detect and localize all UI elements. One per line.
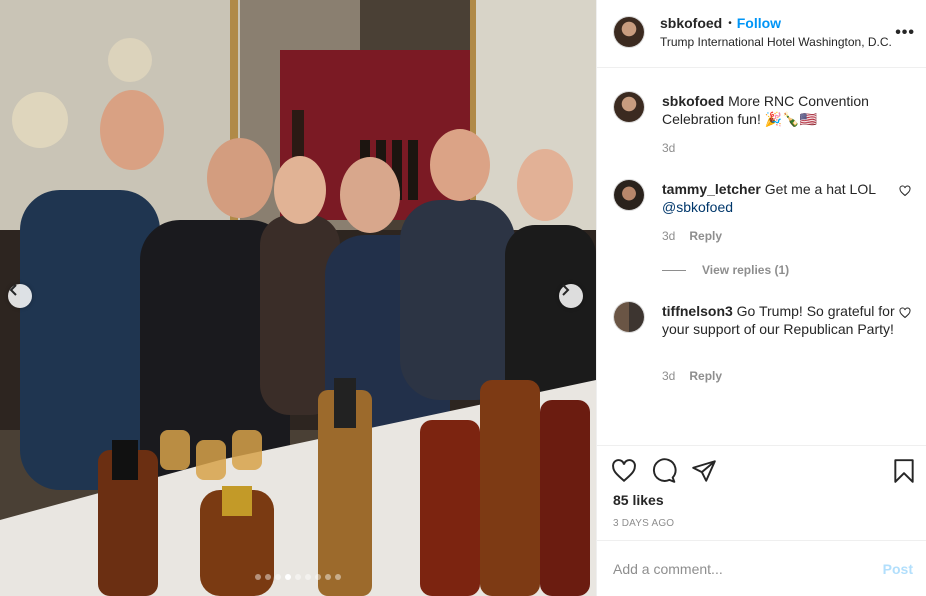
like-comment-heart-icon[interactable] xyxy=(899,185,911,197)
view-replies-button[interactable]: View replies (1) xyxy=(662,263,789,277)
separator-dot: • xyxy=(728,17,732,29)
view-replies-label: View replies (1) xyxy=(702,263,790,277)
avatar[interactable] xyxy=(613,179,645,211)
avatar[interactable] xyxy=(613,91,645,123)
carousel-dot xyxy=(335,574,341,580)
follow-button[interactable]: Follow xyxy=(737,15,781,31)
carousel-dot xyxy=(305,574,311,580)
carousel-dot xyxy=(265,574,271,580)
previous-photo-button[interactable] xyxy=(8,284,32,308)
location-link[interactable]: Trump International Hotel Washington, D.… xyxy=(660,35,892,49)
post-header: sbkofoed • Follow Trump International Ho… xyxy=(597,0,926,68)
reply-button[interactable]: Reply xyxy=(689,369,722,383)
save-bookmark-icon[interactable] xyxy=(891,458,917,484)
mention-link[interactable]: @sbkofoed xyxy=(662,199,733,215)
post-photo[interactable] xyxy=(0,0,596,596)
header-username[interactable]: sbkofoed xyxy=(660,15,722,31)
avatar[interactable] xyxy=(613,301,645,333)
carousel-dot xyxy=(285,574,291,580)
next-photo-button[interactable] xyxy=(559,284,583,308)
comment-bubble-icon[interactable] xyxy=(651,458,677,484)
like-heart-icon[interactable] xyxy=(611,458,637,484)
more-options-icon[interactable]: ••• xyxy=(895,24,915,42)
comment-body: tiffnelson3 Go Trump! So grateful for yo… xyxy=(662,302,902,338)
comment-time[interactable]: 3d xyxy=(662,229,675,243)
comment-meta: 3d Reply xyxy=(662,369,722,383)
share-paper-plane-icon[interactable] xyxy=(691,458,717,484)
chevron-left-icon xyxy=(9,284,17,296)
photo-illustration xyxy=(0,0,596,596)
avatar[interactable] xyxy=(613,16,645,48)
caption-time[interactable]: 3d xyxy=(662,141,675,155)
comment-meta: 3d Reply xyxy=(662,229,722,243)
comment-time[interactable]: 3d xyxy=(662,369,675,383)
reply-button[interactable]: Reply xyxy=(689,229,722,243)
carousel-dot xyxy=(275,574,281,580)
add-comment-bar: Post xyxy=(597,540,926,596)
likes-count[interactable]: 85 likes xyxy=(613,492,664,508)
post-side-panel: sbkofoed • Follow Trump International Ho… xyxy=(596,0,926,596)
chevron-right-icon xyxy=(562,284,570,296)
caption-body: sbkofoed More RNC Convention Celebration… xyxy=(662,92,902,128)
carousel-dot xyxy=(315,574,321,580)
post-date[interactable]: 3 DAYS AGO xyxy=(613,518,674,529)
comment-input[interactable] xyxy=(613,559,863,579)
comment-username[interactable]: tammy_letcher xyxy=(662,181,761,197)
comment-body: tammy_letcher Get me a hat LOL @sbkofoed xyxy=(662,180,902,216)
carousel-dot xyxy=(325,574,331,580)
caption-username[interactable]: sbkofoed xyxy=(662,93,724,109)
comments-list: sbkofoed More RNC Convention Celebration… xyxy=(597,69,926,445)
carousel-dots xyxy=(0,574,596,580)
carousel-dot xyxy=(255,574,261,580)
divider xyxy=(662,269,686,271)
carousel-dot xyxy=(295,574,301,580)
comment-text: Get me a hat LOL xyxy=(764,181,877,197)
post-comment-button[interactable]: Post xyxy=(883,561,913,577)
caption-meta: 3d xyxy=(662,141,675,155)
post-actions: 85 likes 3 DAYS AGO xyxy=(597,445,926,540)
comment-username[interactable]: tiffnelson3 xyxy=(662,303,733,319)
like-comment-heart-icon[interactable] xyxy=(899,307,911,319)
